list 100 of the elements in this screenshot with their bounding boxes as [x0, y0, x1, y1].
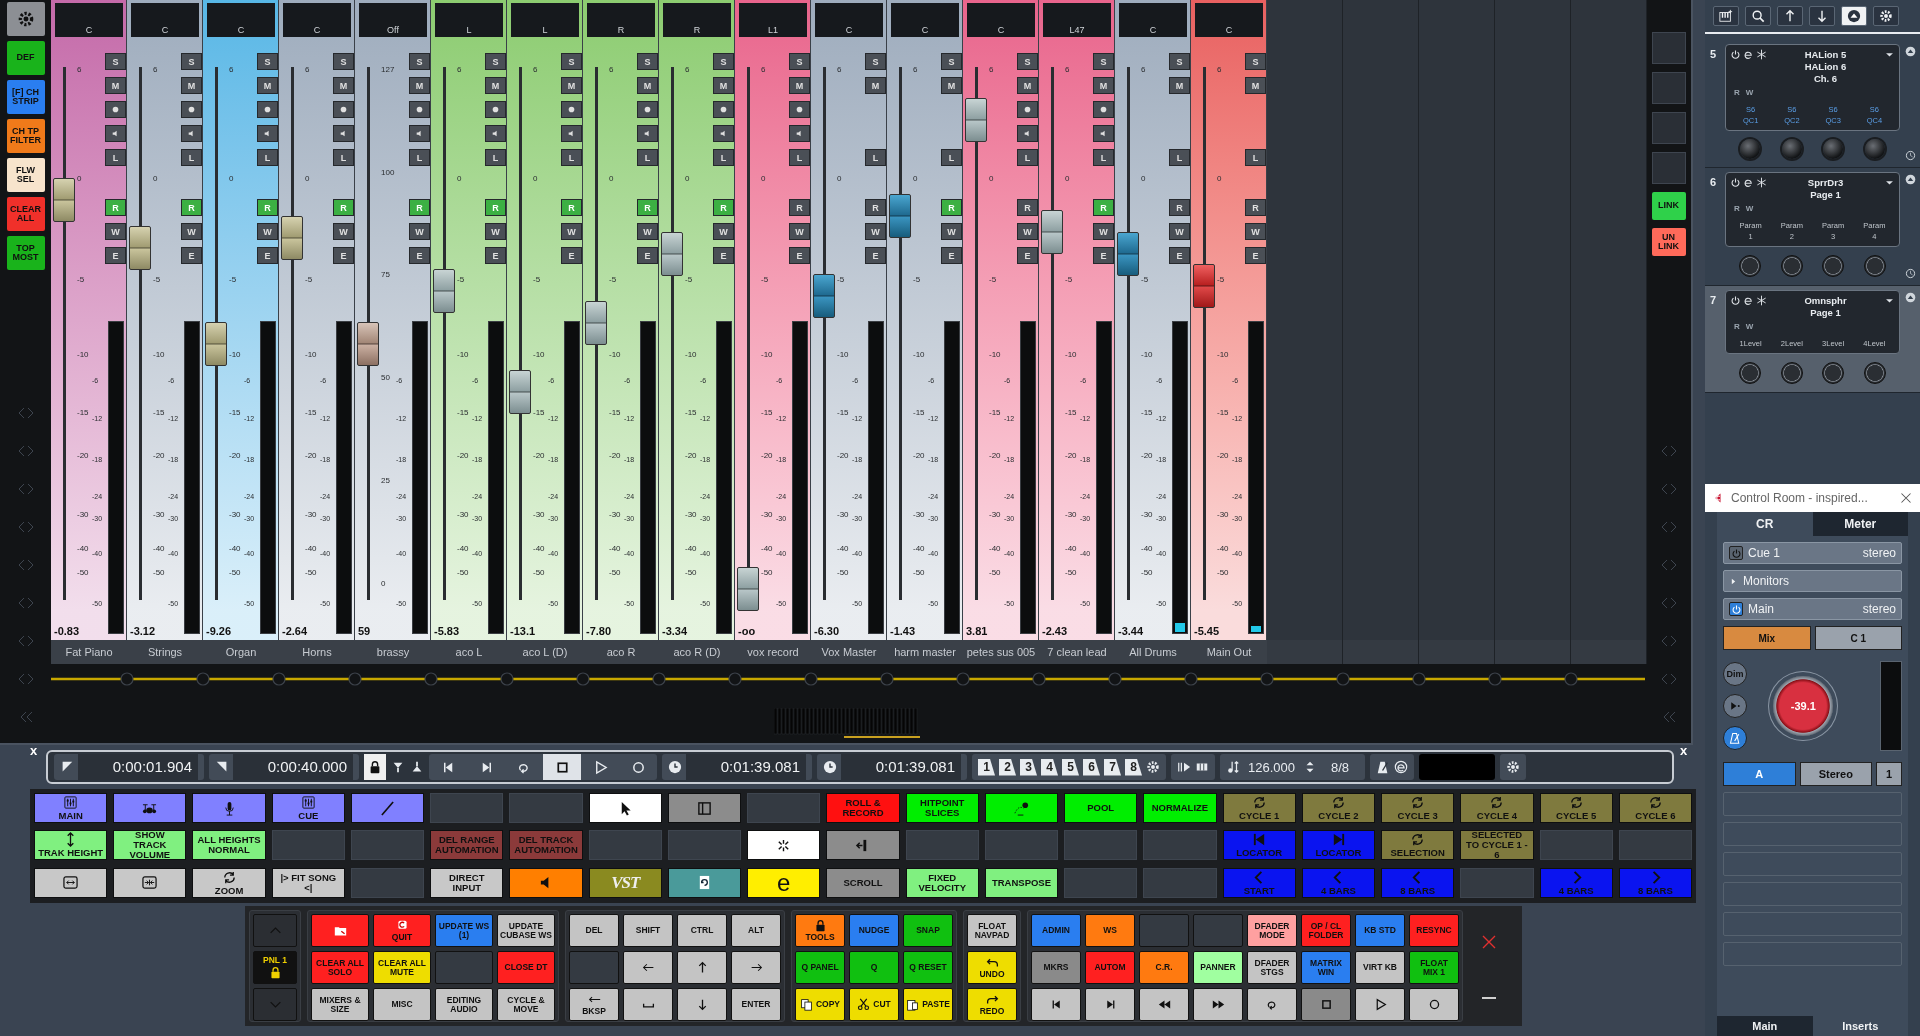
solo-button[interactable]: S — [561, 53, 582, 70]
write-button[interactable]: W — [409, 223, 430, 240]
mute-button[interactable]: M — [333, 77, 354, 94]
mute-button[interactable]: M — [865, 77, 886, 94]
pad-button[interactable]: TRAK HEIGHT — [34, 830, 108, 861]
edit-button[interactable]: E — [1245, 247, 1266, 264]
edit-button[interactable]: E — [333, 247, 354, 264]
pan-display[interactable]: C — [283, 3, 351, 37]
edit-button[interactable]: E — [941, 247, 962, 264]
pan-display[interactable]: L — [511, 3, 579, 37]
pad-button[interactable]: CUE — [271, 793, 345, 823]
pan-display[interactable]: C — [1195, 3, 1263, 37]
pad-button[interactable]: COPY — [795, 988, 845, 1021]
write-button[interactable]: W — [637, 223, 658, 240]
pad-button[interactable]: WS — [1085, 914, 1135, 947]
solo-button[interactable]: S — [637, 53, 658, 70]
solo-button[interactable]: S — [1245, 53, 1266, 70]
mute-button[interactable]: M — [105, 77, 126, 94]
mute-button[interactable]: M — [1017, 77, 1038, 94]
pad-button[interactable]: CLEAR ALL SOLO — [311, 951, 369, 984]
pad-button[interactable]: DIRECT INPUT — [430, 867, 504, 898]
pad-button[interactable]: CUT — [849, 988, 899, 1021]
tab[interactable]: Main — [1717, 1016, 1813, 1036]
pad-button[interactable]: CYCLE 1 — [1222, 793, 1296, 823]
solo-button[interactable]: S — [941, 53, 962, 70]
pad-button[interactable]: PNL 1 — [253, 951, 297, 984]
pad-button[interactable]: UPDATE CUBASE WS — [497, 914, 555, 947]
write-button[interactable]: W — [485, 223, 506, 240]
pad-button[interactable]: SHIFT — [623, 914, 673, 947]
pad-button[interactable]: ALL HEIGHTS NORMAL — [192, 830, 266, 861]
link-button[interactable]: LINK — [1651, 192, 1686, 220]
edit-button[interactable]: E — [485, 247, 506, 264]
pad-button[interactable]: EDITING AUDIO — [435, 988, 493, 1021]
mute-button[interactable]: M — [941, 77, 962, 94]
pad-button[interactable]: MAIN — [34, 793, 108, 823]
pan-display[interactable]: C — [967, 3, 1035, 37]
pan-display[interactable]: C — [891, 3, 959, 37]
pad-button[interactable]: Q RESET — [903, 951, 953, 984]
solo-button[interactable]: S — [1093, 53, 1114, 70]
time-signature[interactable]: 8/8 — [1321, 759, 1360, 775]
write-button[interactable]: W — [105, 223, 126, 240]
solo-button[interactable]: S — [1017, 53, 1038, 70]
pad-button[interactable]: CYCLE 2 — [1301, 793, 1376, 823]
listen-button[interactable]: L — [1245, 149, 1266, 166]
pad-button[interactable]: ALT — [731, 914, 781, 947]
solo-button[interactable]: S — [865, 53, 886, 70]
link-button[interactable]: UN LINK — [1651, 228, 1686, 256]
pad-button[interactable]: e — [747, 867, 821, 898]
marker-button[interactable]: 8 — [1125, 758, 1142, 776]
mute-button[interactable]: M — [409, 77, 430, 94]
read-button[interactable]: R — [865, 199, 886, 216]
sidebar-button[interactable]: FLW SEL — [6, 158, 45, 192]
pan-display[interactable]: C — [55, 3, 123, 37]
edit-button[interactable]: E — [1169, 247, 1190, 264]
pad-button[interactable]: CYCLE & MOVE — [497, 988, 555, 1021]
close-button[interactable]: x — [30, 743, 46, 758]
pad-button[interactable]: MISC — [373, 988, 431, 1021]
marker-button[interactable]: 6 — [1083, 758, 1100, 776]
mute-button[interactable]: M — [637, 77, 658, 94]
pad-button[interactable]: SCROLL — [826, 867, 900, 898]
mute-button[interactable]: M — [1169, 77, 1190, 94]
mute-button[interactable]: M — [257, 77, 278, 94]
edit-button[interactable]: E — [637, 247, 658, 264]
pad-button[interactable]: REDO — [967, 988, 1017, 1021]
mute-button[interactable]: M — [181, 77, 202, 94]
pad-button[interactable]: Q — [849, 951, 899, 984]
pan-display[interactable]: R — [663, 3, 731, 37]
write-button[interactable]: W — [1245, 223, 1266, 240]
pad-button[interactable]: BKSP — [569, 988, 619, 1021]
pad-button[interactable]: VIRT KB — [1355, 951, 1405, 984]
pad-button[interactable]: OP / CL FOLDER — [1301, 914, 1351, 947]
right-locator-time[interactable]: 0:00:40.000 — [233, 754, 353, 780]
solo-button[interactable]: S — [181, 53, 202, 70]
dim-button[interactable]: Dim — [1723, 662, 1747, 686]
write-button[interactable]: W — [181, 223, 202, 240]
pad-button[interactable]: CLEAR ALL MUTE — [373, 951, 431, 984]
marker-button[interactable]: 5 — [1062, 758, 1079, 776]
pad-button[interactable]: FIXED VELOCITY — [905, 867, 979, 898]
pad-button[interactable]: ENTER — [731, 988, 781, 1021]
edit-button[interactable]: E — [561, 247, 582, 264]
pad-button[interactable]: POOL — [1064, 793, 1138, 823]
listen-button[interactable]: L — [941, 149, 962, 166]
pad-button[interactable]: MKRS — [1031, 951, 1081, 984]
mute-button[interactable]: M — [713, 77, 734, 94]
listen-button[interactable]: L — [1169, 149, 1190, 166]
write-button[interactable]: W — [713, 223, 734, 240]
read-button[interactable]: R — [1245, 199, 1266, 216]
solo-button[interactable]: S — [485, 53, 506, 70]
marker-button[interactable]: 4 — [1041, 758, 1058, 776]
listen-button[interactable]: L — [865, 149, 886, 166]
solo-button[interactable]: S — [333, 53, 354, 70]
left-locator-time[interactable]: 0:00:01.904 — [78, 754, 198, 780]
pad-button[interactable]: AUTOM — [1085, 951, 1135, 984]
edit-button[interactable]: E — [1093, 247, 1114, 264]
edit-button[interactable]: E — [257, 247, 278, 264]
pad-button[interactable]: CYCLE 3 — [1381, 793, 1455, 823]
pad-button[interactable]: NORMALIZE — [1143, 793, 1217, 823]
marker-button[interactable]: 3 — [1020, 758, 1037, 776]
edit-button[interactable]: E — [1017, 247, 1038, 264]
solo-button[interactable]: S — [789, 53, 810, 70]
